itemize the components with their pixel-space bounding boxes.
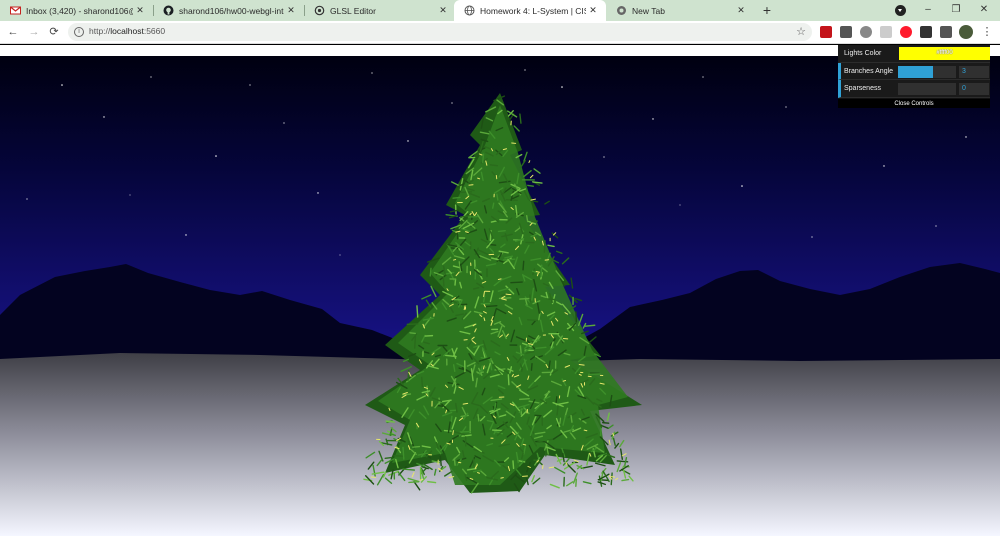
avatar-icon[interactable] xyxy=(959,25,973,39)
close-icon[interactable]: ✕ xyxy=(284,5,298,16)
tab-strip: Inbox (3,420) - sharond106@gm... ✕ sharo… xyxy=(0,0,1000,21)
extension-cup-icon[interactable] xyxy=(860,26,872,38)
lights-color-control: Lights Color #ffff00 xyxy=(838,45,990,63)
tab-title: New Tab xyxy=(632,5,665,16)
tab-gmail[interactable]: Inbox (3,420) - sharond106@gm... ✕ xyxy=(0,0,154,21)
adobe-acrobat-icon[interactable] xyxy=(820,26,832,38)
sparseness-control: Sparseness 0 xyxy=(838,80,990,98)
branches-angle-control: Branches Angle 3 xyxy=(838,62,990,80)
address-bar[interactable]: i http://localhost:5660 ☆ xyxy=(68,23,812,41)
extension-grey-icon[interactable] xyxy=(880,26,892,38)
globe-icon xyxy=(464,5,475,16)
tab-title: sharond106/hw00-webgl-intro xyxy=(179,5,284,16)
webgl-canvas[interactable] xyxy=(0,45,1000,536)
tab-title: GLSL Editor xyxy=(330,5,376,16)
tab-homework-lsystem[interactable]: Homework 4: L-System | CIS 566 ✕ xyxy=(454,0,606,21)
glsl-editor-icon xyxy=(314,5,325,16)
lights-color-swatch[interactable]: #ffff00 xyxy=(899,47,990,60)
new-tab-button[interactable]: + xyxy=(759,3,775,19)
playlist-icon[interactable] xyxy=(940,26,952,38)
extension-square-icon[interactable] xyxy=(840,26,852,38)
gmail-icon xyxy=(10,5,21,16)
tab-new-tab[interactable]: New Tab ✕ xyxy=(606,0,754,21)
opera-icon[interactable] xyxy=(900,26,912,38)
restore-button[interactable]: ❐ xyxy=(946,2,966,18)
tab-title: Inbox (3,420) - sharond106@gm... xyxy=(26,5,133,16)
gui-panel: Lights Color #ffff00 Branches Angle 3 Sp… xyxy=(838,45,990,108)
back-button[interactable]: ← xyxy=(5,24,21,40)
sparseness-slider[interactable] xyxy=(898,83,956,95)
tab-github[interactable]: sharond106/hw00-webgl-intro ✕ xyxy=(153,0,305,21)
close-icon[interactable]: ✕ xyxy=(586,5,600,16)
sparseness-input[interactable]: 0 xyxy=(959,83,989,95)
puzzle-icon[interactable] xyxy=(920,26,932,38)
chrome-menu-icon[interactable]: ⋮ xyxy=(979,24,995,40)
window-close-button[interactable]: ✕ xyxy=(974,2,994,18)
forward-button[interactable]: → xyxy=(26,24,42,40)
tree-scene xyxy=(0,45,1000,536)
browser-toolbar: ← → ⟳ i http://localhost:5660 ☆ ⋮ xyxy=(0,21,1000,44)
tab-search-icon[interactable] xyxy=(895,5,906,16)
tab-glsl-editor[interactable]: GLSL Editor ✕ xyxy=(304,0,456,21)
close-icon[interactable]: ✕ xyxy=(436,5,450,16)
close-icon[interactable]: ✕ xyxy=(734,5,748,16)
branches-angle-slider[interactable] xyxy=(898,65,956,78)
info-icon[interactable]: i xyxy=(74,27,84,37)
url-text[interactable]: http://localhost:5660 xyxy=(89,26,165,36)
branches-angle-slider-fill xyxy=(898,65,933,78)
close-controls-button[interactable]: Close Controls xyxy=(838,97,990,108)
chrome-icon xyxy=(616,5,627,16)
sparseness-label: Sparseness xyxy=(844,85,881,92)
github-icon xyxy=(163,5,174,16)
minimize-button[interactable]: – xyxy=(918,2,938,18)
bookmark-star-icon[interactable]: ☆ xyxy=(796,25,806,38)
close-icon[interactable]: ✕ xyxy=(133,5,147,16)
branches-angle-input[interactable]: 3 xyxy=(959,65,989,78)
reload-button[interactable]: ⟳ xyxy=(46,24,62,40)
branches-angle-label: Branches Angle xyxy=(844,67,894,75)
tab-title: Homework 4: L-System | CIS 566 xyxy=(480,5,586,16)
lights-color-label: Lights Color xyxy=(844,50,882,57)
